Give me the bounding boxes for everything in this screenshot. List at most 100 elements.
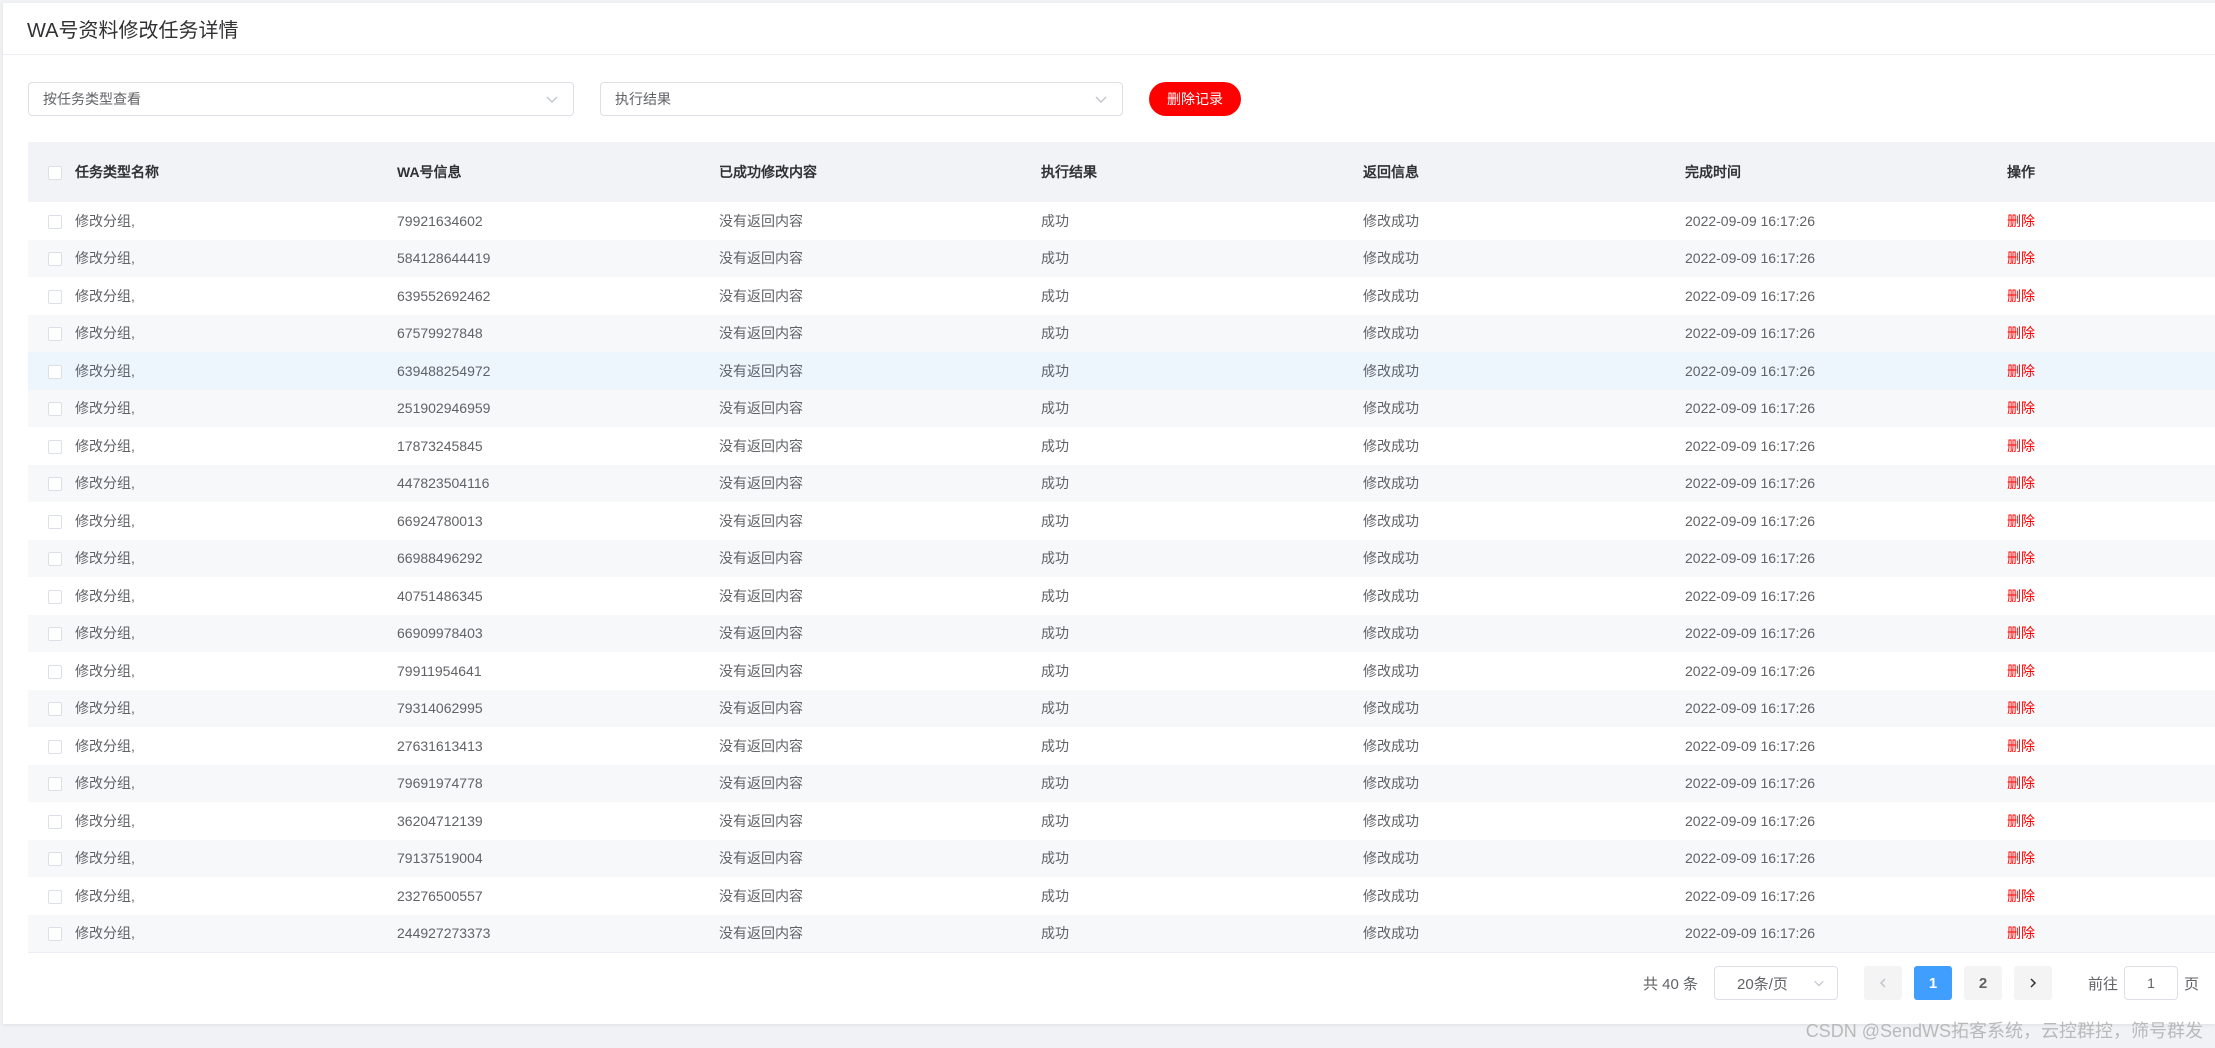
cell-result: 成功	[1041, 550, 1069, 567]
pagination: 共 40 条 20条/页 1 2 前往 页	[1643, 966, 2199, 1000]
header-finished-time: 完成时间	[1685, 164, 1741, 180]
cell-task-type: 修改分组,	[75, 325, 135, 342]
cell-wa-info: 40751486345	[397, 587, 483, 604]
cell-finished-time: 2022-09-09 16:17:26	[1685, 362, 1815, 379]
cell-task-type: 修改分组,	[75, 362, 135, 379]
row-checkbox[interactable]	[48, 814, 62, 829]
cell-message: 修改成功	[1363, 914, 1685, 953]
delete-row-link[interactable]: 删除	[2007, 213, 2035, 229]
row-checkbox[interactable]	[48, 889, 62, 904]
header-result: 执行结果	[1041, 164, 1097, 180]
delete-row-link[interactable]: 删除	[2007, 663, 2035, 679]
row-checkbox[interactable]	[48, 664, 62, 679]
delete-row-link[interactable]: 删除	[2007, 363, 2035, 379]
table-row: 修改分组, 447823504116 没有返回内容 成功 修改成功 2022-09-09 …	[28, 464, 2215, 502]
delete-row-link[interactable]: 删除	[2007, 400, 2035, 416]
result-select[interactable]: 执行结果	[600, 82, 1123, 116]
page-button-1[interactable]: 1	[1914, 966, 1953, 1000]
cell-finished-time: 2022-09-09 16:17:26	[1685, 400, 1815, 417]
cell-result: 成功	[1041, 625, 1069, 642]
row-checkbox[interactable]	[48, 927, 62, 942]
header-message: 返回信息	[1363, 164, 1419, 180]
cell-wa-info: 447823504116	[397, 475, 490, 492]
cell-result: 成功	[1041, 512, 1069, 529]
task-type-select-placeholder: 按任务类型查看	[43, 91, 141, 107]
delete-row-link[interactable]: 删除	[2007, 925, 2035, 941]
delete-row-link[interactable]: 删除	[2007, 288, 2035, 304]
delete-row-link[interactable]: 删除	[2007, 438, 2035, 454]
delete-row-link[interactable]: 删除	[2007, 700, 2035, 716]
table-row: 修改分组, 27631613413 没有返回内容 成功 修改成功 2022-09-09 1…	[28, 727, 2215, 765]
goto-prefix: 前往	[2088, 975, 2119, 993]
cell-task-type: 修改分组,	[75, 662, 135, 679]
row-checkbox[interactable]	[48, 439, 62, 454]
cell-finished-time: 2022-09-09 16:17:26	[1685, 287, 1815, 304]
delete-row-link[interactable]: 删除	[2007, 625, 2035, 641]
delete-row-link[interactable]: 删除	[2007, 475, 2035, 491]
row-checkbox[interactable]	[48, 477, 62, 492]
delete-row-link[interactable]: 删除	[2007, 588, 2035, 604]
page-size-select[interactable]: 20条/页	[1714, 966, 1839, 1000]
cell-task-type: 修改分组,	[75, 400, 135, 417]
cell-message: 修改成功	[1363, 512, 1419, 529]
cell-changed-content: 没有返回内容	[719, 325, 803, 342]
delete-row-link[interactable]: 删除	[2007, 550, 2035, 566]
table-row: 修改分组, 79314062995 没有返回内容 成功 修改成功 2022-09-09 1…	[28, 689, 2215, 727]
row-checkbox[interactable]	[48, 214, 62, 229]
delete-row-link[interactable]: 删除	[2007, 513, 2035, 529]
cell-finished-time: 2022-09-09 16:17:26	[1685, 850, 1815, 867]
cell-finished-time: 2022-09-09 16:17:26	[1685, 550, 1815, 567]
next-page-button[interactable]	[2014, 966, 2053, 1000]
row-checkbox[interactable]	[48, 252, 62, 267]
cell-changed-content: 没有返回内容	[719, 587, 803, 604]
row-checkbox[interactable]	[48, 289, 62, 304]
row-checkbox[interactable]	[48, 402, 62, 417]
row-checkbox[interactable]	[48, 702, 62, 717]
delete-records-button[interactable]: 删除记录	[1149, 82, 1241, 116]
delete-row-link[interactable]: 删除	[2007, 325, 2035, 341]
chevron-left-icon	[1879, 978, 1886, 988]
cell-result: 成功	[1041, 250, 1069, 267]
row-checkbox[interactable]	[48, 364, 62, 379]
row-checkbox[interactable]	[48, 514, 62, 529]
select-all-checkbox[interactable]	[48, 166, 62, 181]
cell-finished-time: 2022-09-09 16:17:26	[1685, 512, 1815, 529]
cell-message: 修改成功	[1363, 737, 1419, 754]
cell-changed-content: 没有返回内容	[719, 700, 803, 717]
table-row: 修改分组, 79137519004 没有返回内容 成功 修改成功 2022-09-09 1…	[28, 839, 2215, 877]
row-checkbox[interactable]	[48, 739, 62, 754]
header-task-type: 任务类型名称	[75, 164, 159, 180]
delete-row-link[interactable]: 删除	[2007, 850, 2035, 866]
cell-message: 修改成功	[1363, 400, 1419, 417]
cell-finished-time: 2022-09-09 16:17:26	[1685, 325, 1815, 342]
row-checkbox[interactable]	[48, 327, 62, 342]
prev-page-button[interactable]	[1864, 966, 1903, 1000]
cell-task-type: 修改分组,	[75, 437, 135, 454]
cell-task-type: 修改分组,	[75, 512, 135, 529]
task-type-select[interactable]: 按任务类型查看	[28, 82, 574, 116]
row-checkbox[interactable]	[48, 552, 62, 567]
cell-wa-info: 66909978403	[397, 625, 483, 642]
goto-page-input[interactable]	[2124, 966, 2179, 1000]
page-button-2[interactable]: 2	[1964, 966, 2003, 1000]
card-header: WA号资料修改任务详情	[3, 3, 2215, 55]
delete-row-link[interactable]: 删除	[2007, 250, 2035, 266]
cell-result: 成功	[1041, 212, 1069, 229]
delete-row-link[interactable]: 删除	[2007, 738, 2035, 754]
row-checkbox[interactable]	[48, 589, 62, 604]
cell-changed-content: 没有返回内容	[719, 914, 1041, 953]
table-row: 修改分组, 17873245845 没有返回内容 成功 修改成功 2022-09-09 1…	[28, 427, 2215, 465]
cell-result: 成功	[1041, 362, 1069, 379]
pagination-total: 共 40 条	[1643, 975, 1699, 993]
table-row: 修改分组, 66988496292 没有返回内容 成功 修改成功 2022-09-09 1…	[28, 539, 2215, 577]
row-checkbox[interactable]	[48, 852, 62, 867]
cell-message: 修改成功	[1363, 287, 1419, 304]
row-checkbox[interactable]	[48, 627, 62, 642]
delete-row-link[interactable]: 删除	[2007, 813, 2035, 829]
delete-row-link[interactable]: 删除	[2007, 888, 2035, 904]
delete-row-link[interactable]: 删除	[2007, 775, 2035, 791]
cell-message: 修改成功	[1363, 550, 1419, 567]
row-checkbox[interactable]	[48, 777, 62, 792]
cell-result: 成功	[1041, 662, 1069, 679]
cell-task-type: 修改分组,	[75, 250, 135, 267]
